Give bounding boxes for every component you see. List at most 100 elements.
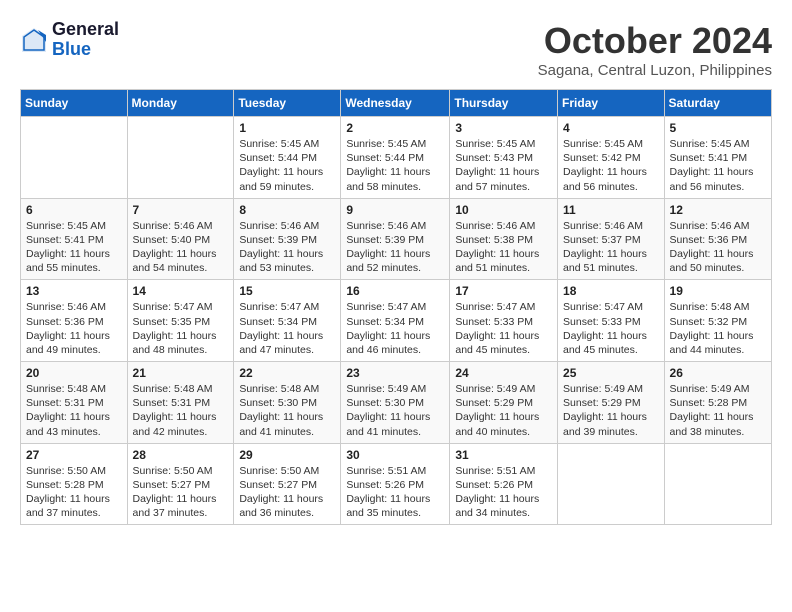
calendar-cell: 26 Sunrise: 5:49 AM Sunset: 5:28 PM Dayli… xyxy=(664,362,771,444)
day-number: 31 xyxy=(455,448,552,462)
day-number: 22 xyxy=(239,366,335,380)
day-info: Sunrise: 5:48 AM Sunset: 5:32 PM Dayligh… xyxy=(670,300,766,357)
day-info: Sunrise: 5:46 AM Sunset: 5:37 PM Dayligh… xyxy=(563,219,659,276)
day-info: Sunrise: 5:47 AM Sunset: 5:34 PM Dayligh… xyxy=(239,300,335,357)
calendar-cell: 25 Sunrise: 5:49 AM Sunset: 5:29 PM Dayli… xyxy=(558,362,665,444)
weekday-header-saturday: Saturday xyxy=(664,90,771,117)
day-number: 28 xyxy=(133,448,229,462)
title-area: October 2024 Sagana, Central Luzon, Phil… xyxy=(538,20,772,79)
day-info: Sunrise: 5:46 AM Sunset: 5:39 PM Dayligh… xyxy=(239,219,335,276)
day-number: 6 xyxy=(26,203,122,217)
day-number: 11 xyxy=(563,203,659,217)
day-number: 24 xyxy=(455,366,552,380)
calendar-cell: 30Sunrise: 5:51 AM Sunset: 5:26 PM Dayli… xyxy=(341,443,450,525)
logo: General Blue xyxy=(20,20,119,60)
weekday-header-monday: Monday xyxy=(127,90,234,117)
calendar-table: SundayMondayTuesdayWednesdayThursdayFrid… xyxy=(20,89,772,525)
calendar-cell: 28Sunrise: 5:50 AM Sunset: 5:27 PM Dayli… xyxy=(127,443,234,525)
day-info: Sunrise: 5:48 AM Sunset: 5:31 PM Dayligh… xyxy=(26,382,122,439)
day-info: Sunrise: 5:51 AM Sunset: 5:26 PM Dayligh… xyxy=(455,464,552,521)
calendar-cell: 5 Sunrise: 5:45 AM Sunset: 5:41 PM Daylig… xyxy=(664,117,771,199)
calendar-cell: 23 Sunrise: 5:49 AM Sunset: 5:30 PM Dayli… xyxy=(341,362,450,444)
day-number: 23 xyxy=(346,366,444,380)
calendar-cell: 16 Sunrise: 5:47 AM Sunset: 5:34 PM Dayli… xyxy=(341,280,450,362)
day-info: Sunrise: 5:47 AM Sunset: 5:35 PM Dayligh… xyxy=(133,300,229,357)
day-number: 17 xyxy=(455,284,552,298)
day-number: 19 xyxy=(670,284,766,298)
day-number: 25 xyxy=(563,366,659,380)
calendar-cell: 20Sunrise: 5:48 AM Sunset: 5:31 PM Dayli… xyxy=(21,362,128,444)
calendar-cell: 7 Sunrise: 5:46 AM Sunset: 5:40 PM Daylig… xyxy=(127,198,234,280)
calendar-cell: 11 Sunrise: 5:46 AM Sunset: 5:37 PM Dayli… xyxy=(558,198,665,280)
logo-icon xyxy=(20,26,48,54)
calendar-week-row: 27 Sunrise: 5:50 AM Sunset: 5:28 PM Dayli… xyxy=(21,443,772,525)
day-info: Sunrise: 5:49 AM Sunset: 5:30 PM Dayligh… xyxy=(346,382,444,439)
day-number: 16 xyxy=(346,284,444,298)
day-info: Sunrise: 5:48 AM Sunset: 5:31 PM Dayligh… xyxy=(133,382,229,439)
day-info: Sunrise: 5:49 AM Sunset: 5:29 PM Dayligh… xyxy=(563,382,659,439)
calendar-cell: 12Sunrise: 5:46 AM Sunset: 5:36 PM Dayli… xyxy=(664,198,771,280)
calendar-cell: 4Sunrise: 5:45 AM Sunset: 5:42 PM Daylig… xyxy=(558,117,665,199)
day-number: 21 xyxy=(133,366,229,380)
day-info: Sunrise: 5:46 AM Sunset: 5:39 PM Dayligh… xyxy=(346,219,444,276)
weekday-header-row: SundayMondayTuesdayWednesdayThursdayFrid… xyxy=(21,90,772,117)
calendar-cell: 24 Sunrise: 5:49 AM Sunset: 5:29 PM Dayli… xyxy=(450,362,558,444)
weekday-header-friday: Friday xyxy=(558,90,665,117)
day-info: Sunrise: 5:46 AM Sunset: 5:38 PM Dayligh… xyxy=(455,219,552,276)
day-info: Sunrise: 5:50 AM Sunset: 5:28 PM Dayligh… xyxy=(26,464,122,521)
calendar-cell: 15Sunrise: 5:47 AM Sunset: 5:34 PM Dayli… xyxy=(234,280,341,362)
month-title: October 2024 xyxy=(538,20,772,62)
day-number: 4 xyxy=(563,121,659,135)
day-number: 26 xyxy=(670,366,766,380)
calendar-week-row: 6Sunrise: 5:45 AM Sunset: 5:41 PM Daylig… xyxy=(21,198,772,280)
day-number: 5 xyxy=(670,121,766,135)
calendar-week-row: 20Sunrise: 5:48 AM Sunset: 5:31 PM Dayli… xyxy=(21,362,772,444)
day-info: Sunrise: 5:46 AM Sunset: 5:36 PM Dayligh… xyxy=(670,219,766,276)
day-number: 18 xyxy=(563,284,659,298)
calendar-cell: 6Sunrise: 5:45 AM Sunset: 5:41 PM Daylig… xyxy=(21,198,128,280)
calendar-cell: 22 Sunrise: 5:48 AM Sunset: 5:30 PM Dayli… xyxy=(234,362,341,444)
day-info: Sunrise: 5:49 AM Sunset: 5:29 PM Dayligh… xyxy=(455,382,552,439)
calendar-cell: 8 Sunrise: 5:46 AM Sunset: 5:39 PM Daylig… xyxy=(234,198,341,280)
day-info: Sunrise: 5:46 AM Sunset: 5:36 PM Dayligh… xyxy=(26,300,122,357)
day-number: 3 xyxy=(455,121,552,135)
calendar-cell: 9 Sunrise: 5:46 AM Sunset: 5:39 PM Daylig… xyxy=(341,198,450,280)
calendar-week-row: 13 Sunrise: 5:46 AM Sunset: 5:36 PM Dayli… xyxy=(21,280,772,362)
day-number: 29 xyxy=(239,448,335,462)
day-info: Sunrise: 5:45 AM Sunset: 5:43 PM Dayligh… xyxy=(455,137,552,194)
weekday-header-tuesday: Tuesday xyxy=(234,90,341,117)
calendar-cell: 19 Sunrise: 5:48 AM Sunset: 5:32 PM Dayli… xyxy=(664,280,771,362)
location-text: Sagana, Central Luzon, Philippines xyxy=(538,62,772,79)
day-number: 9 xyxy=(346,203,444,217)
weekday-header-sunday: Sunday xyxy=(21,90,128,117)
day-info: Sunrise: 5:45 AM Sunset: 5:44 PM Dayligh… xyxy=(346,137,444,194)
day-info: Sunrise: 5:45 AM Sunset: 5:41 PM Dayligh… xyxy=(670,137,766,194)
calendar-cell: 10 Sunrise: 5:46 AM Sunset: 5:38 PM Dayli… xyxy=(450,198,558,280)
calendar-cell: 29 Sunrise: 5:50 AM Sunset: 5:27 PM Dayli… xyxy=(234,443,341,525)
calendar-cell: 27 Sunrise: 5:50 AM Sunset: 5:28 PM Dayli… xyxy=(21,443,128,525)
day-info: Sunrise: 5:47 AM Sunset: 5:33 PM Dayligh… xyxy=(563,300,659,357)
calendar-cell xyxy=(664,443,771,525)
calendar-cell: 17Sunrise: 5:47 AM Sunset: 5:33 PM Dayli… xyxy=(450,280,558,362)
day-info: Sunrise: 5:49 AM Sunset: 5:28 PM Dayligh… xyxy=(670,382,766,439)
calendar-cell: 18 Sunrise: 5:47 AM Sunset: 5:33 PM Dayli… xyxy=(558,280,665,362)
calendar-cell xyxy=(21,117,128,199)
calendar-cell xyxy=(558,443,665,525)
calendar-week-row: 1 Sunrise: 5:45 AM Sunset: 5:44 PM Daylig… xyxy=(21,117,772,199)
day-number: 1 xyxy=(239,121,335,135)
day-info: Sunrise: 5:50 AM Sunset: 5:27 PM Dayligh… xyxy=(239,464,335,521)
weekday-header-thursday: Thursday xyxy=(450,90,558,117)
day-info: Sunrise: 5:47 AM Sunset: 5:34 PM Dayligh… xyxy=(346,300,444,357)
day-number: 13 xyxy=(26,284,122,298)
day-info: Sunrise: 5:46 AM Sunset: 5:40 PM Dayligh… xyxy=(133,219,229,276)
day-number: 27 xyxy=(26,448,122,462)
calendar-cell: 2 Sunrise: 5:45 AM Sunset: 5:44 PM Daylig… xyxy=(341,117,450,199)
day-info: Sunrise: 5:48 AM Sunset: 5:30 PM Dayligh… xyxy=(239,382,335,439)
day-number: 2 xyxy=(346,121,444,135)
calendar-cell: 21 Sunrise: 5:48 AM Sunset: 5:31 PM Dayli… xyxy=(127,362,234,444)
day-number: 7 xyxy=(133,203,229,217)
logo-general-text: General xyxy=(52,20,119,40)
day-number: 8 xyxy=(239,203,335,217)
day-number: 30 xyxy=(346,448,444,462)
day-number: 10 xyxy=(455,203,552,217)
